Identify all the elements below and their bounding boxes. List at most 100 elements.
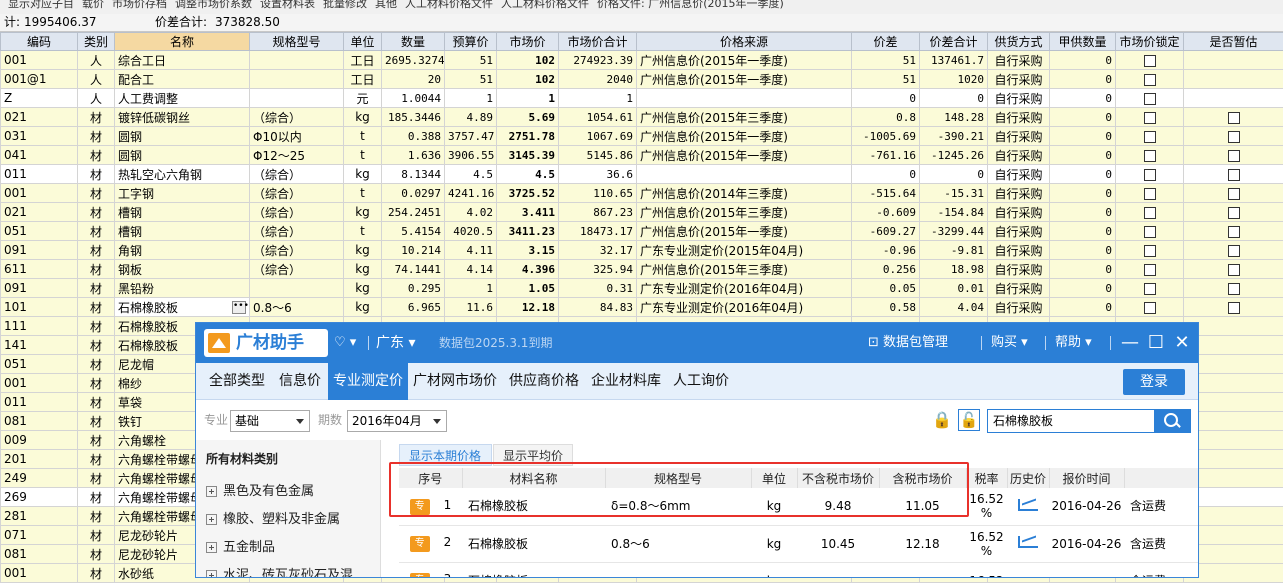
cell-type[interactable]: 材 [78, 336, 115, 355]
cell-jia[interactable]: 0 [1050, 127, 1116, 146]
cell-total[interactable]: 84.83 [559, 298, 637, 317]
cell-total[interactable]: 325.94 [559, 260, 637, 279]
cell-source[interactable]: 广州信息价(2015年三季度) [637, 108, 852, 127]
cell-history[interactable] [1007, 562, 1049, 578]
column-header[interactable]: 市场价 [497, 33, 559, 51]
cell-code[interactable]: 021 [1, 108, 78, 127]
cell-spec[interactable] [250, 279, 344, 298]
search-icon[interactable] [1154, 410, 1190, 432]
cell-diffsum[interactable]: 1020 [920, 70, 988, 89]
cell-market[interactable]: 3725.52 [497, 184, 559, 203]
cell-qty[interactable]: 185.3446 [382, 108, 445, 127]
cell-diff[interactable]: -515.64 [852, 184, 920, 203]
cell-source[interactable]: 广东专业测定价(2015年04月) [637, 241, 852, 260]
table-row[interactable]: 031材圆钢Φ10以内t0.3883757.472751.781067.69广州… [1, 127, 1283, 146]
cell-qty[interactable]: 2695.3274 [382, 51, 445, 70]
column-header[interactable]: 市场价合计 [559, 33, 637, 51]
estimate-checkbox[interactable] [1228, 283, 1240, 295]
cell-unit[interactable]: t [344, 222, 382, 241]
cell-spec[interactable] [250, 89, 344, 108]
table-row[interactable]: 611材钢板（综合）kg74.14414.144.396325.94广州信息价(… [1, 260, 1283, 279]
cell-unit[interactable]: kg [344, 260, 382, 279]
price-column-header[interactable]: 历史价 [1007, 468, 1049, 488]
price-row[interactable]: 专2石棉橡胶板0.8～6kg10.4512.1816.52%2016-04-26… [399, 525, 1199, 562]
cell-jia[interactable]: 0 [1050, 70, 1116, 89]
lock-checkbox[interactable] [1144, 55, 1156, 67]
lock-checkbox[interactable] [1144, 302, 1156, 314]
cell-diff[interactable]: 0.8 [852, 108, 920, 127]
cell-estimate[interactable] [1184, 89, 1283, 108]
cell-source[interactable]: 广州信息价(2015年一季度) [637, 127, 852, 146]
estimate-checkbox[interactable] [1228, 245, 1240, 257]
cell-code[interactable]: 141 [1, 336, 78, 355]
lock-icon[interactable]: 🔒 [931, 409, 953, 431]
cell-budget[interactable]: 4020.5 [445, 222, 497, 241]
cell-total[interactable]: 2040 [559, 70, 637, 89]
cell-diff[interactable]: -609.27 [852, 222, 920, 241]
cell-code[interactable]: 001@1 [1, 70, 78, 89]
cell-name[interactable]: 槽钢 [115, 203, 250, 222]
table-row[interactable]: 001人综合工日工日2695.327451102274923.39广州信息价(2… [1, 51, 1283, 70]
estimate-checkbox[interactable] [1228, 264, 1240, 276]
cell-supply[interactable]: 自行采购 [988, 89, 1050, 108]
table-row[interactable]: 041材圆钢Φ12～25t1.6363906.553145.395145.86广… [1, 146, 1283, 165]
cell-jia[interactable]: 0 [1050, 108, 1116, 127]
lock-checkbox[interactable] [1144, 150, 1156, 162]
lock-checkbox[interactable] [1144, 207, 1156, 219]
cell-jia[interactable]: 0 [1050, 165, 1116, 184]
cell-qty[interactable]: 0.0297 [382, 184, 445, 203]
cell-type[interactable]: 材 [78, 374, 115, 393]
cell-total[interactable]: 1 [559, 89, 637, 108]
table-row[interactable]: 001材工字钢（综合）t0.02974241.163725.52110.65广州… [1, 184, 1283, 203]
cell-spec[interactable] [250, 70, 344, 89]
cell-spec[interactable]: （综合） [250, 260, 344, 279]
cell-budget[interactable]: 4241.16 [445, 184, 497, 203]
search-input[interactable]: 石棉橡胶板 [987, 409, 1191, 433]
lock-checkbox[interactable] [1144, 264, 1156, 276]
cell-name[interactable]: 配合工 [115, 70, 250, 89]
column-header[interactable]: 编码 [1, 33, 78, 51]
cell-spec[interactable]: 0.8～6 [250, 298, 344, 317]
lock-checkbox[interactable] [1144, 245, 1156, 257]
cell-type[interactable]: 材 [78, 412, 115, 431]
cell-diffsum[interactable]: 0 [920, 165, 988, 184]
table-row[interactable]: 051材槽钢（综合）t5.41544020.53411.2318473.17广州… [1, 222, 1283, 241]
cell-supply[interactable]: 自行采购 [988, 127, 1050, 146]
estimate-checkbox[interactable] [1228, 131, 1240, 143]
cell-jia[interactable]: 0 [1050, 51, 1116, 70]
cell-total[interactable]: 18473.17 [559, 222, 637, 241]
expand-icon[interactable] [206, 542, 217, 553]
cell-diffsum[interactable]: -3299.44 [920, 222, 988, 241]
cell-budget[interactable]: 11.6 [445, 298, 497, 317]
cell-estimate[interactable] [1184, 260, 1283, 279]
cell-market[interactable]: 1 [497, 89, 559, 108]
cell-code[interactable]: 001 [1, 184, 78, 203]
cell-diffsum[interactable]: -154.84 [920, 203, 988, 222]
cell-source[interactable]: 广州信息价(2015年一季度) [637, 70, 852, 89]
estimate-checkbox[interactable] [1228, 188, 1240, 200]
heart-dropdown-icon[interactable]: ♡ ▾ [334, 323, 356, 363]
cell-jia[interactable]: 0 [1050, 222, 1116, 241]
table-row[interactable]: 001@1人配合工工日20511022040广州信息价(2015年一季度)511… [1, 70, 1283, 89]
cell-spec[interactable]: （综合） [250, 184, 344, 203]
table-row[interactable]: 091材黑铅粉kg0.29511.050.31广东专业测定价(2016年04月)… [1, 279, 1283, 298]
cell-spec[interactable]: （综合） [250, 222, 344, 241]
lock-checkbox[interactable] [1144, 226, 1156, 238]
cell-code[interactable]: 001 [1, 564, 78, 583]
cell-code[interactable]: 001 [1, 374, 78, 393]
cell-code[interactable]: 031 [1, 127, 78, 146]
cell-code[interactable]: 041 [1, 146, 78, 165]
cell-jia[interactable]: 0 [1050, 146, 1116, 165]
cell-supply[interactable]: 自行采购 [988, 203, 1050, 222]
cell-supply[interactable]: 自行采购 [988, 184, 1050, 203]
nav-item[interactable]: 广材网市场价 [408, 363, 502, 400]
column-header[interactable]: 价差 [852, 33, 920, 51]
cell-source[interactable]: 广州信息价(2015年一季度) [637, 146, 852, 165]
help-menu[interactable]: 帮助 ▾ [1055, 323, 1092, 363]
cell-lock[interactable] [1116, 89, 1184, 108]
table-row[interactable]: 021材镀锌低碳钢丝（综合）kg185.34464.895.691054.61广… [1, 108, 1283, 127]
cell-name[interactable]: 热轧空心六角钢 [115, 165, 250, 184]
cell-type[interactable]: 人 [78, 70, 115, 89]
cell-budget[interactable]: 51 [445, 70, 497, 89]
cell-type[interactable]: 材 [78, 127, 115, 146]
